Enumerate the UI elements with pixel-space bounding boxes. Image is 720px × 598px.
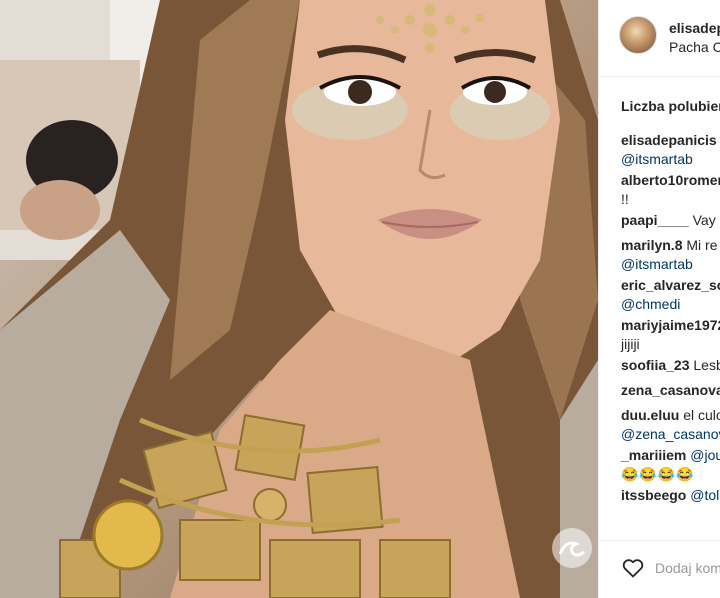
- comment-item: elisadepanicis @itsmartab: [621, 131, 720, 169]
- comment-line: zena_casanova: [621, 381, 720, 400]
- post-actions: [599, 540, 720, 598]
- add-comment-input[interactable]: [655, 555, 720, 581]
- comment-username[interactable]: soofiia_23: [621, 357, 689, 373]
- comment-line: !!: [621, 190, 720, 209]
- comment-mention[interactable]: @zena_casanov: [621, 426, 720, 442]
- comment-item: duu.eluu el culo @zena_casanov: [621, 406, 720, 444]
- comment-text: Vay: [688, 212, 716, 228]
- heart-outline-icon[interactable]: [621, 556, 645, 580]
- post-header: elisadep Pacha C: [599, 0, 720, 77]
- comment-username[interactable]: elisadepanicis: [621, 132, 717, 148]
- comment-line: jijiji: [621, 335, 720, 354]
- comment-item: _mariiiem @jou 😂😂😂😂: [621, 446, 720, 484]
- comment-text: Mi re: [682, 237, 718, 253]
- comment-text: el culo: [679, 407, 720, 423]
- comment-line: duu.eluu el culo: [621, 406, 720, 425]
- comment-line: eric_alvarez_sc: [621, 276, 720, 295]
- comment-mention[interactable]: @jou: [690, 447, 720, 463]
- comments-list: elisadepanicis @itsmartab alberto10romer!!…: [621, 131, 720, 505]
- comment-username[interactable]: _mariiiem: [621, 447, 686, 463]
- comment-username[interactable]: duu.eluu: [621, 407, 679, 423]
- comment-line: @zena_casanov: [621, 425, 720, 444]
- post-username[interactable]: elisadep: [669, 20, 720, 36]
- comment-item: marilyn.8 Mi re @itsmartab: [621, 236, 720, 274]
- likes-count[interactable]: Liczba polubień: [621, 98, 720, 114]
- comment-text: jijiji: [621, 336, 640, 352]
- comment-username[interactable]: itssbeego: [621, 487, 686, 503]
- comment-line: 😂😂😂😂: [621, 465, 720, 484]
- comment-line: soofiia_23 Lesb: [621, 356, 720, 375]
- comment-line: itssbeego @toli: [621, 486, 720, 505]
- comment-line: @chmedi: [621, 295, 720, 314]
- avatar[interactable]: [619, 16, 657, 54]
- comment-line: @itsmartab: [621, 255, 720, 274]
- comment-line: _mariiiem @jou: [621, 446, 720, 465]
- comment-username[interactable]: marilyn.8: [621, 237, 682, 253]
- comment-line: elisadepanicis: [621, 131, 720, 150]
- wave-logo-icon: [552, 528, 592, 568]
- comment-mention[interactable]: @itsmartab: [621, 151, 693, 167]
- comment-item: paapi____ Vay: [621, 211, 720, 230]
- comment-line: marilyn.8 Mi re: [621, 236, 720, 255]
- post-side-panel: elisadep Pacha C Liczba polubień elisade…: [598, 0, 720, 598]
- comment-mention[interactable]: @toli: [690, 487, 720, 503]
- comment-line: mariyjaime1972: [621, 316, 720, 335]
- post-photo[interactable]: [0, 0, 598, 598]
- comment-emoji: 😂😂😂😂: [621, 466, 695, 482]
- comment-item: itssbeego @toli: [621, 486, 720, 505]
- comment-text: !!: [621, 191, 629, 207]
- comment-item: zena_casanova: [621, 381, 720, 400]
- comment-line: paapi____ Vay: [621, 211, 720, 230]
- comment-text: Lesb: [693, 357, 720, 373]
- comment-line: @itsmartab: [621, 150, 720, 169]
- comment-username[interactable]: paapi____: [621, 212, 689, 228]
- post-location[interactable]: Pacha C: [669, 39, 720, 55]
- comment-line: alberto10romer: [621, 171, 720, 190]
- comment-username[interactable]: zena_casanova: [621, 382, 720, 398]
- comment-mention[interactable]: @itsmartab: [621, 256, 693, 272]
- comment-mention[interactable]: @chmedi: [621, 296, 680, 312]
- photo-illustration: [0, 0, 598, 598]
- comment-item: alberto10romer!!: [621, 171, 720, 209]
- comment-username[interactable]: eric_alvarez_sc: [621, 277, 720, 293]
- comment-username[interactable]: mariyjaime1972: [621, 317, 720, 333]
- comment-item: eric_alvarez_sc @chmedi: [621, 276, 720, 314]
- comment-item: soofiia_23 Lesb: [621, 356, 720, 375]
- comment-username[interactable]: alberto10romer: [621, 172, 720, 188]
- comment-item: mariyjaime1972 jijiji: [621, 316, 720, 354]
